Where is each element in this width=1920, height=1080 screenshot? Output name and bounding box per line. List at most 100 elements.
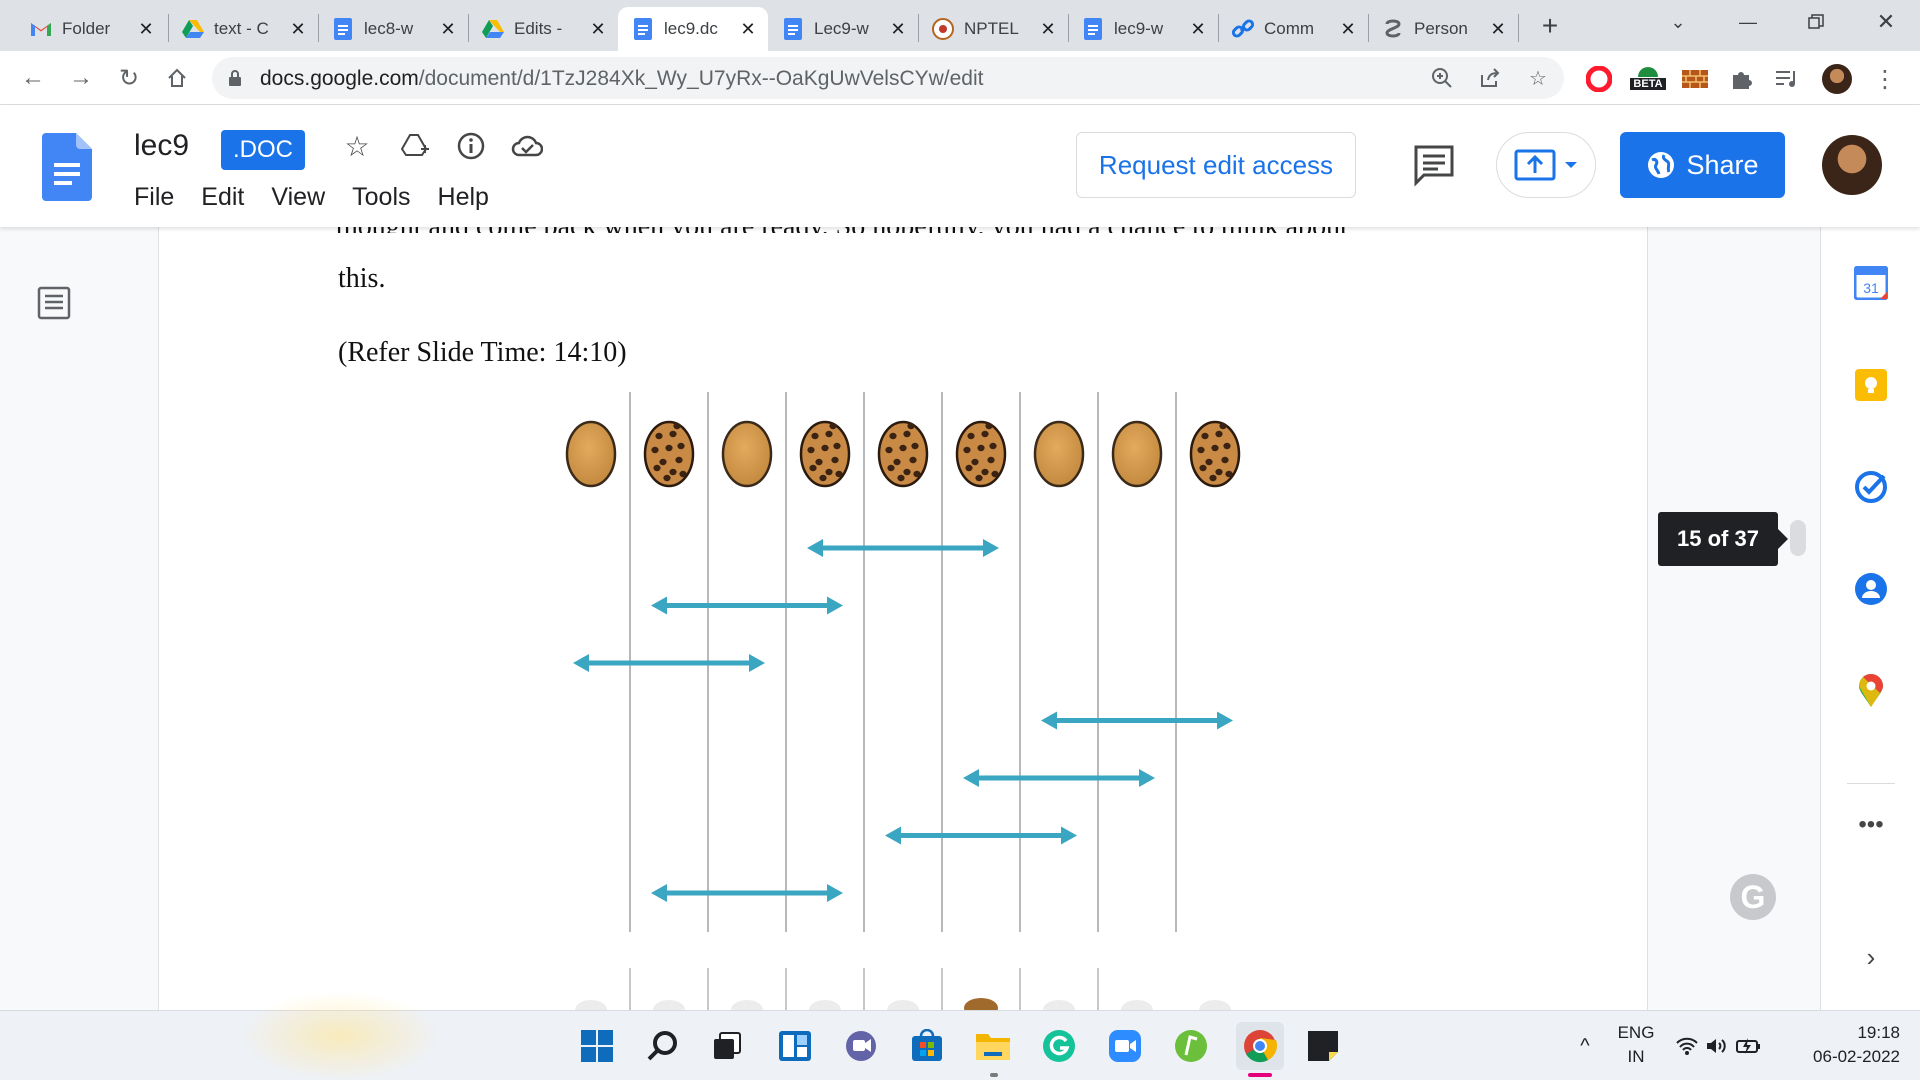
doc-format-badge: .DOC [221, 130, 305, 170]
globe-icon [1648, 152, 1675, 178]
star-icon[interactable]: ☆ [340, 129, 374, 163]
forward-arrow-icon[interactable]: → [64, 61, 98, 95]
tab-close-icon[interactable]: ✕ [288, 19, 308, 39]
teams-chat-icon[interactable] [842, 1027, 880, 1065]
tab-drive-text[interactable]: text - C ✕ [168, 7, 318, 51]
restore-icon[interactable] [1786, 0, 1846, 44]
expand-panel-chevron-icon[interactable]: › [1853, 939, 1889, 975]
document-title[interactable]: lec9 [134, 129, 189, 163]
document-outline-icon[interactable] [36, 285, 72, 321]
present-dropdown-icon[interactable] [1564, 160, 1578, 170]
request-edit-access-button[interactable]: Request edit access [1076, 132, 1356, 198]
interval-arrow-right-head [749, 654, 765, 672]
tab-close-icon[interactable]: ✕ [1188, 19, 1208, 39]
keep-icon[interactable] [1853, 367, 1889, 403]
tab-close-icon[interactable]: ✕ [1338, 19, 1358, 39]
tab-close-icon[interactable]: ✕ [438, 19, 458, 39]
tasks-icon[interactable] [1853, 469, 1889, 505]
tab-search-chevron-icon[interactable]: ⌄ [1648, 0, 1708, 44]
sticky-notes-icon[interactable] [1304, 1027, 1342, 1065]
menu-view[interactable]: View [271, 183, 325, 212]
account-avatar[interactable] [1822, 135, 1882, 195]
chocolate-chip [677, 442, 685, 450]
tab-comm[interactable]: Comm ✕ [1218, 7, 1368, 51]
task-view-icon[interactable] [708, 1027, 746, 1065]
chocolate-chip [655, 432, 663, 440]
wifi-icon[interactable] [1674, 1027, 1700, 1065]
gmail-icon [30, 18, 52, 40]
url-path: /document/d/1TzJ284Xk_Wy_U7yRx--OaKgUwVe… [418, 67, 984, 90]
zoom-icon[interactable] [1430, 66, 1454, 90]
share-page-icon[interactable] [1478, 66, 1502, 90]
tab-close-icon[interactable]: ✕ [1488, 19, 1508, 39]
share-button[interactable]: Share [1620, 132, 1785, 198]
opera-extension-icon[interactable] [1584, 64, 1614, 94]
input-language-indicator[interactable]: ENG IN [1608, 1023, 1664, 1067]
add-shortcut-drive-icon[interactable] [398, 129, 432, 163]
battery-charging-icon[interactable] [1734, 1027, 1762, 1065]
tab-close-icon[interactable]: ✕ [738, 19, 758, 39]
chocolate-chip [807, 446, 815, 454]
search-icon[interactable] [644, 1027, 682, 1065]
home-icon[interactable] [160, 61, 194, 95]
document-details-info-icon[interactable] [454, 129, 488, 163]
clock[interactable]: 19:18 06-02-2022 [1780, 1023, 1900, 1067]
volume-icon[interactable] [1704, 1027, 1730, 1065]
tab-person[interactable]: Person ✕ [1368, 7, 1518, 51]
maps-icon[interactable] [1853, 673, 1889, 709]
chocolate-chip [977, 444, 985, 452]
sticky-music-app-icon[interactable] [1172, 1027, 1210, 1065]
zoom-app-icon[interactable] [1106, 1027, 1144, 1065]
profile-avatar-small[interactable] [1822, 64, 1852, 94]
reload-icon[interactable]: ↻ [112, 61, 146, 95]
tab-docs-lec9-w2[interactable]: lec9-w ✕ [1068, 7, 1218, 51]
menu-file[interactable]: File [134, 183, 174, 212]
tab-close-icon[interactable]: ✕ [1038, 19, 1058, 39]
back-arrow-icon[interactable]: ← [16, 61, 50, 95]
extensions-puzzle-icon[interactable] [1726, 64, 1756, 94]
plain-biscuit-icon [1111, 420, 1163, 488]
tab-close-icon[interactable]: ✕ [588, 19, 608, 39]
grammarly-app-icon[interactable] [1040, 1027, 1078, 1065]
tab-docs-lec8[interactable]: lec8-w ✕ [318, 7, 468, 51]
menu-tools[interactable]: Tools [352, 183, 410, 212]
tab-close-icon[interactable]: ✕ [888, 19, 908, 39]
comment-history-icon[interactable] [1412, 143, 1456, 187]
bookmark-star-icon[interactable]: ☆ [1526, 66, 1550, 90]
show-hidden-icons-chevron-icon[interactable]: ^ [1566, 1027, 1604, 1065]
start-windows-icon[interactable] [578, 1027, 616, 1065]
file-explorer-icon[interactable] [974, 1027, 1012, 1065]
microsoft-store-icon[interactable] [908, 1027, 946, 1065]
window-close-icon[interactable]: ✕ [1856, 0, 1916, 44]
tab-gmail-folder[interactable]: Folder ✕ [16, 7, 166, 51]
calendar-icon[interactable]: 31 [1853, 265, 1889, 301]
address-bar[interactable]: docs.google.com/document/d/1TzJ284Xk_Wy_… [212, 57, 1564, 99]
tab-docs-lec9-active[interactable]: lec9.dc ✕ [618, 7, 768, 51]
scrollbar-thumb[interactable] [1790, 520, 1806, 556]
chocolate-chip [893, 458, 901, 466]
media-control-icon[interactable] [1772, 64, 1802, 94]
tab-docs-lec9-w[interactable]: Lec9-w ✕ [768, 7, 918, 51]
chocolate-chip [809, 464, 817, 472]
brick-extension-icon[interactable] [1680, 64, 1710, 94]
present-button[interactable] [1496, 132, 1596, 198]
menu-help[interactable]: Help [438, 183, 489, 212]
minimize-icon[interactable]: — [1718, 0, 1778, 44]
interval-arrow-right-head [1217, 711, 1233, 730]
tab-nptel[interactable]: NPTEL ✕ [918, 7, 1068, 51]
chocolate-chip [911, 442, 919, 450]
more-addons-icon[interactable]: ••• [1853, 807, 1889, 843]
widgets-icon[interactable] [776, 1027, 814, 1065]
google-docs-logo-icon[interactable] [42, 133, 92, 201]
menu-edit[interactable]: Edit [201, 183, 244, 212]
cloud-saved-icon[interactable] [510, 129, 544, 163]
tab-drive-edits[interactable]: Edits - ✕ [468, 7, 618, 51]
browser-menu-icon[interactable]: ⋮ [1870, 64, 1900, 94]
tab-close-icon[interactable]: ✕ [136, 19, 156, 39]
chrome-app-icon[interactable] [1236, 1022, 1284, 1070]
contacts-icon[interactable] [1853, 571, 1889, 607]
beta-extension-icon[interactable]: BETA [1628, 62, 1668, 92]
new-tab-plus-icon[interactable]: + [1533, 9, 1567, 43]
grammarly-floating-icon[interactable]: G [1730, 874, 1776, 920]
docs-icon [1082, 18, 1104, 40]
